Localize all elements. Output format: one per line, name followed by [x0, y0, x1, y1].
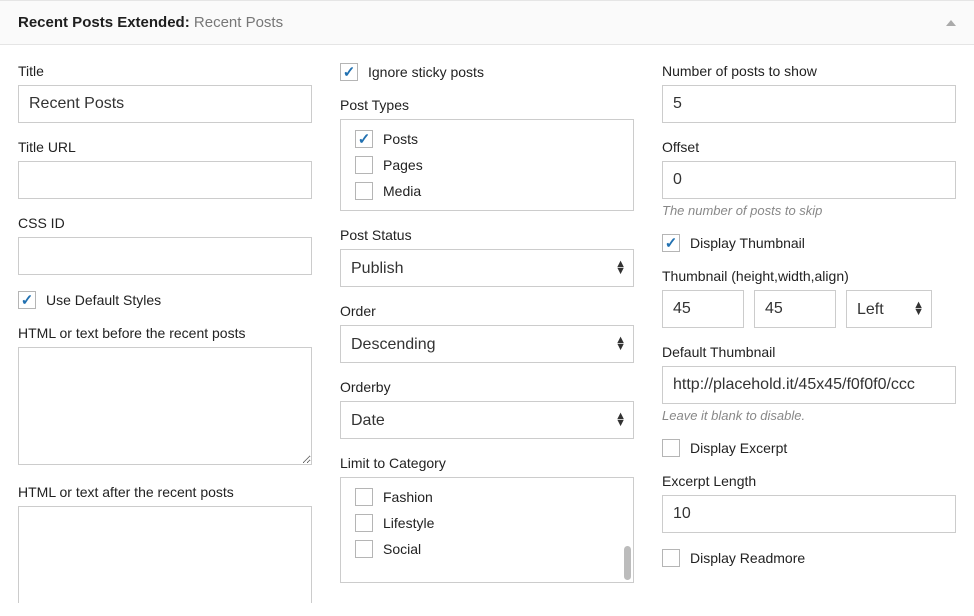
thumb-height-input[interactable]: [662, 290, 744, 328]
css-id-label: CSS ID: [18, 215, 312, 231]
num-posts-label: Number of posts to show: [662, 63, 956, 79]
post-types-list: Posts Pages Media: [340, 119, 634, 211]
post-type-posts-label: Posts: [383, 131, 418, 147]
display-readmore-label: Display Readmore: [690, 550, 805, 566]
column-middle: Ignore sticky posts Post Types Posts Pag…: [340, 63, 634, 603]
category-fashion-checkbox[interactable]: [355, 488, 373, 506]
num-posts-input[interactable]: [662, 85, 956, 123]
ignore-sticky-label: Ignore sticky posts: [368, 64, 484, 80]
before-posts-textarea[interactable]: [18, 347, 312, 465]
display-readmore-checkbox[interactable]: [662, 549, 680, 567]
offset-hint: The number of posts to skip: [662, 203, 956, 218]
widget-title-suffix: Recent Posts: [194, 14, 283, 31]
display-thumbnail-label: Display Thumbnail: [690, 235, 805, 251]
orderby-select[interactable]: Date: [340, 401, 634, 439]
title-label: Title: [18, 63, 312, 79]
default-thumb-label: Default Thumbnail: [662, 344, 956, 360]
display-excerpt-checkbox[interactable]: [662, 439, 680, 457]
excerpt-length-label: Excerpt Length: [662, 473, 956, 489]
css-id-input[interactable]: [18, 237, 312, 275]
category-fashion-label: Fashion: [383, 489, 433, 505]
widget-title-prefix: Recent Posts Extended:: [18, 14, 190, 31]
display-thumbnail-checkbox[interactable]: [662, 234, 680, 252]
orderby-label: Orderby: [340, 379, 634, 395]
after-posts-label: HTML or text after the recent posts: [18, 484, 312, 500]
widget-header[interactable]: Recent Posts Extended: Recent Posts: [0, 0, 974, 45]
post-status-label: Post Status: [340, 227, 634, 243]
post-type-posts-checkbox[interactable]: [355, 130, 373, 148]
default-thumb-input[interactable]: [662, 366, 956, 404]
before-posts-label: HTML or text before the recent posts: [18, 325, 312, 341]
category-list[interactable]: Fashion Lifestyle Social: [340, 477, 634, 583]
use-default-styles-label: Use Default Styles: [46, 292, 161, 308]
post-type-media-label: Media: [383, 183, 421, 199]
category-social-checkbox[interactable]: [355, 540, 373, 558]
column-left: Title Title URL CSS ID Use Default Style…: [18, 63, 312, 603]
title-url-input[interactable]: [18, 161, 312, 199]
category-lifestyle-checkbox[interactable]: [355, 514, 373, 532]
widget-body: Title Title URL CSS ID Use Default Style…: [0, 45, 974, 603]
category-lifestyle-label: Lifestyle: [383, 515, 434, 531]
order-label: Order: [340, 303, 634, 319]
post-types-label: Post Types: [340, 97, 634, 113]
thumb-width-input[interactable]: [754, 290, 836, 328]
thumb-align-select[interactable]: Left: [846, 290, 932, 328]
category-social-label: Social: [383, 541, 421, 557]
display-excerpt-label: Display Excerpt: [690, 440, 787, 456]
default-thumb-hint: Leave it blank to disable.: [662, 408, 956, 423]
collapse-icon[interactable]: [946, 20, 956, 26]
offset-label: Offset: [662, 139, 956, 155]
widget-title: Recent Posts Extended: Recent Posts: [18, 14, 283, 31]
excerpt-length-input[interactable]: [662, 495, 956, 533]
post-type-pages-label: Pages: [383, 157, 423, 173]
limit-category-label: Limit to Category: [340, 455, 634, 471]
order-select[interactable]: Descending: [340, 325, 634, 363]
scrollbar[interactable]: [624, 546, 631, 580]
column-right: Number of posts to show Offset The numbe…: [662, 63, 956, 603]
ignore-sticky-checkbox[interactable]: [340, 63, 358, 81]
use-default-styles-checkbox[interactable]: [18, 291, 36, 309]
offset-input[interactable]: [662, 161, 956, 199]
title-input[interactable]: [18, 85, 312, 123]
after-posts-textarea[interactable]: [18, 506, 312, 603]
title-url-label: Title URL: [18, 139, 312, 155]
thumb-size-label: Thumbnail (height,width,align): [662, 268, 956, 284]
post-type-pages-checkbox[interactable]: [355, 156, 373, 174]
post-type-media-checkbox[interactable]: [355, 182, 373, 200]
post-status-select[interactable]: Publish: [340, 249, 634, 287]
